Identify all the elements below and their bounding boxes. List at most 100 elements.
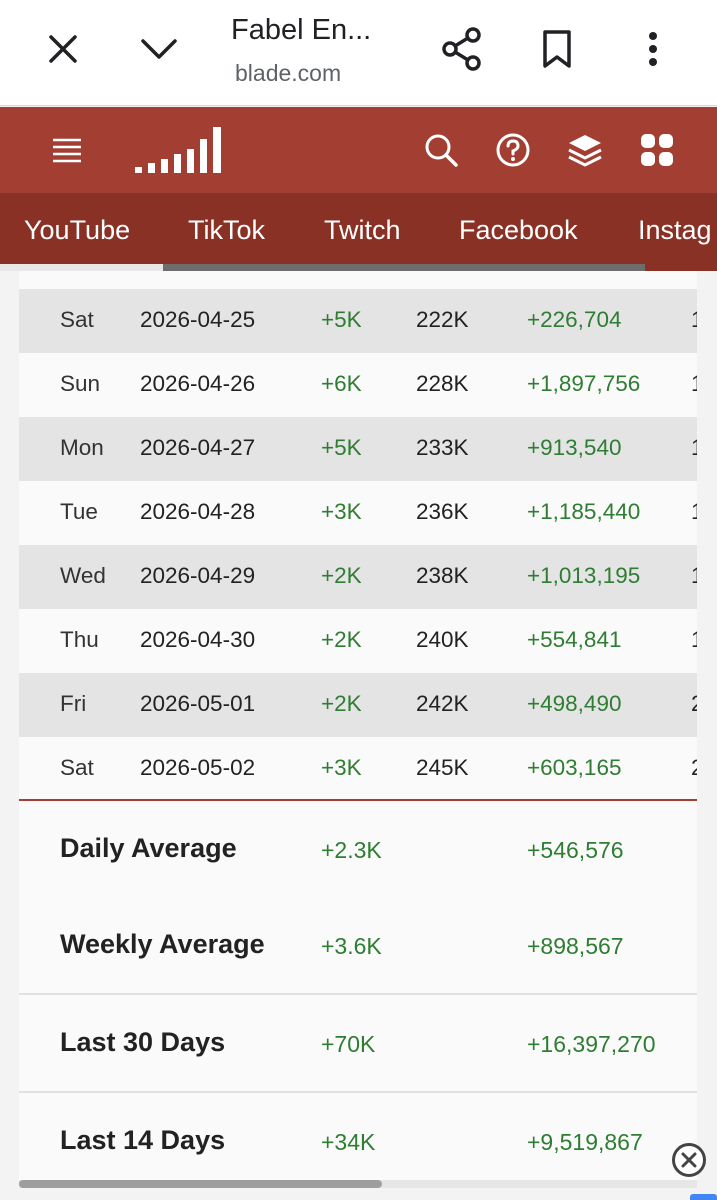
date-cell: 2026-04-30 [140,627,256,652]
summary-view-change: +546,576 [527,837,624,863]
tab-twitch[interactable]: Twitch [324,215,401,246]
summary-row: Last 30 Days +70K +16,397,270 [19,995,697,1091]
summary-row: Daily Average +2.3K +546,576 [19,801,697,897]
subs-cell: 236K [416,499,469,524]
apps-icon[interactable] [632,125,682,175]
summary-row: Weekly Average +3.6K +898,567 [19,897,697,993]
close-ad-icon[interactable] [672,1143,706,1177]
tab-youtube[interactable]: YouTube [24,215,130,246]
summary-label: Last 30 Days [60,1027,226,1057]
chevron-down-icon[interactable] [134,24,184,74]
menu-icon[interactable] [42,125,92,175]
help-icon[interactable] [488,125,538,175]
summary-view-change: +16,397,270 [527,1031,656,1057]
more-cell: 1 [691,627,697,653]
tab-scrollbar-thumb[interactable] [163,264,645,271]
subs-cell: 222K [416,307,469,332]
day-cell: Mon [60,435,104,460]
summary-label: Weekly Average [60,929,265,959]
sub-change-cell: +2K [321,563,362,588]
more-cell: 1 [691,563,697,589]
table-row: Tue 2026-04-28 +3K 236K +1,185,440 1 [19,481,697,545]
view-change-cell: +554,841 [527,627,622,652]
close-icon[interactable] [38,24,88,74]
more-cell: 1 [691,435,697,461]
date-cell: 2026-04-26 [140,371,256,396]
subs-cell: 228K [416,371,469,396]
summary-view-change: +898,567 [527,933,624,959]
more-cell: 1 [691,371,697,397]
more-cell: 2 [691,691,697,717]
table-row: Sat 2026-05-02 +3K 245K +603,165 2 [19,737,697,801]
view-change-cell: +913,540 [527,435,622,460]
date-cell: 2026-04-29 [140,563,256,588]
sub-change-cell: +2K [321,627,362,652]
ad-indicator [690,1194,717,1200]
date-cell: 2026-04-25 [140,307,256,332]
page-title: Fabel En... [231,14,372,46]
subs-cell: 245K [416,755,469,780]
table-row: Fri 2026-05-01 +2K 242K +498,490 2 [19,673,697,737]
search-icon[interactable] [416,125,466,175]
subs-cell: 242K [416,691,469,716]
bookmark-icon[interactable] [532,24,582,74]
page-url[interactable]: blade.com [235,60,341,87]
sub-change-cell: +3K [321,755,362,780]
day-cell: Sat [60,755,94,780]
sub-change-cell: +3K [321,499,362,524]
date-cell: 2026-04-27 [140,435,256,460]
date-cell: 2026-05-02 [140,755,256,780]
sub-change-cell: +2K [321,691,362,716]
sub-change-cell: +5K [321,435,362,460]
sub-change-cell: +5K [321,307,362,332]
summary-label: Daily Average [60,833,237,863]
day-cell: Fri [60,691,87,716]
summary-label: Last 14 Days [60,1125,226,1155]
day-cell: Thu [60,627,99,652]
summary-view-change: +9,519,867 [527,1129,643,1155]
summary-sub-change: +34K [321,1129,376,1155]
day-cell: Sun [60,371,101,396]
view-change-cell: +226,704 [527,307,622,332]
browser-toolbar: Fabel En... blade.com [0,0,717,106]
subs-cell: 240K [416,627,469,652]
tab-active-indicator [0,264,163,271]
table-row-partial [19,271,697,289]
view-change-cell: +498,490 [527,691,622,716]
day-cell: Sat [60,307,94,332]
tab-facebook[interactable]: Facebook [459,215,578,246]
subs-cell: 233K [416,435,469,460]
summary-sub-change: +2.3K [321,837,382,863]
more-cell: 1 [691,499,697,525]
date-cell: 2026-05-01 [140,691,256,716]
summary-sub-change: +70K [321,1031,376,1057]
table-row: Wed 2026-04-29 +2K 238K +1,013,195 1 [19,545,697,609]
site-header [0,107,717,193]
logo-bars-icon[interactable] [134,121,226,177]
table-scrollbar-thumb[interactable] [19,1180,382,1188]
view-change-cell: +603,165 [527,755,622,780]
sub-change-cell: +6K [321,371,362,396]
more-cell: 1 [691,307,697,333]
summary-sub-change: +3.6K [321,933,382,959]
day-cell: Tue [60,499,98,524]
table-row: Sun 2026-04-26 +6K 228K +1,897,756 1 [19,353,697,417]
table-row: Sat 2026-04-25 +5K 222K +226,704 1 [19,289,697,353]
tab-tiktok[interactable]: TikTok [188,215,265,246]
table-row: Thu 2026-04-30 +2K 240K +554,841 1 [19,609,697,673]
view-change-cell: +1,013,195 [527,563,641,588]
summary-row: Last 14 Days +34K +9,519,867 [19,1093,697,1186]
day-cell: Wed [60,563,106,588]
subs-cell: 238K [416,563,469,588]
view-change-cell: +1,185,440 [527,499,641,524]
more-vert-icon[interactable] [628,24,678,74]
layers-icon[interactable] [560,125,610,175]
platform-tabs: YouTube TikTok Twitch Facebook Instag [0,193,717,271]
more-cell: 2 [691,755,697,781]
table-row: Mon 2026-04-27 +5K 233K +913,540 1 [19,417,697,481]
share-icon[interactable] [437,24,487,74]
tab-instagram[interactable]: Instag [638,215,712,246]
stats-table: Sat 2026-04-25 +5K 222K +226,704 1 Sun 2… [19,271,697,1186]
date-cell: 2026-04-28 [140,499,256,524]
view-change-cell: +1,897,756 [527,371,641,396]
